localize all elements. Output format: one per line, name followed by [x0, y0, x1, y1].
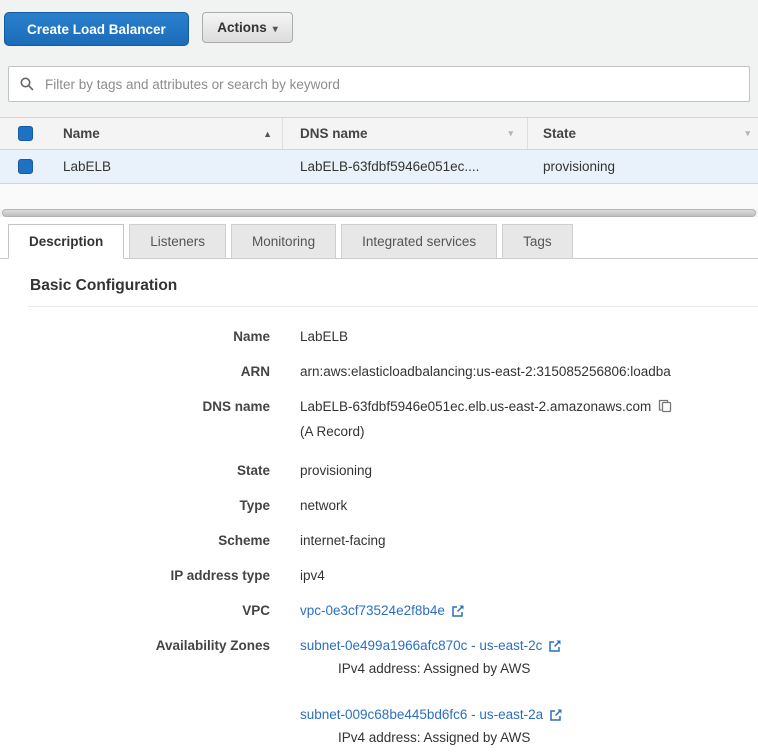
field-label: Availability Zones [0, 636, 270, 747]
detail-tabs: Description Listeners Monitoring Integra… [0, 224, 758, 259]
field-label: State [0, 461, 270, 480]
tab-description[interactable]: Description [8, 224, 124, 259]
vpc-link-text: vpc-0e3cf73524e2f8b4e [300, 601, 445, 620]
sort-icon: ▾ [745, 128, 750, 139]
subnet-link[interactable]: subnet-0e499a1966afc870c - us-east-2c [300, 636, 562, 655]
field-value: provisioning [300, 461, 758, 480]
field-row-state: State provisioning [0, 461, 758, 480]
toolbar: Create Load Balancer Actions ▾ [0, 0, 758, 48]
field-row-name: Name LabELB [0, 327, 758, 346]
vpc-link[interactable]: vpc-0e3cf73524e2f8b4e [300, 601, 465, 620]
tab-tags[interactable]: Tags [502, 224, 573, 259]
field-value: ipv4 [300, 566, 758, 585]
load-balancer-table: Name ▲ DNS name ▾ State ▾ LabELB [0, 117, 758, 184]
field-value: LabELB-63fdbf5946e051ec.elb.us-east-2.am… [300, 397, 758, 441]
search-icon [19, 76, 35, 92]
table-row[interactable]: LabELB LabELB-63fdbf5946e051ec.... provi… [0, 150, 758, 184]
row-name-text: LabELB [63, 159, 111, 174]
chevron-down-icon: ▾ [273, 24, 278, 35]
field-label: Scheme [0, 531, 270, 550]
cell-name: LabELB [50, 159, 283, 174]
field-label: Name [0, 327, 270, 346]
column-header-state[interactable]: State ▾ [528, 126, 758, 141]
column-label: DNS name [300, 126, 368, 141]
zone-ip-detail: IPv4 address: Assigned by AWS [338, 659, 758, 678]
row-checkbox[interactable] [18, 159, 33, 174]
field-value: arn:aws:elasticloadbalancing:us-east-2:3… [300, 362, 758, 381]
field-row-scheme: Scheme internet-facing [0, 531, 758, 550]
dns-record-note: (A Record) [300, 422, 758, 441]
row-state-text: provisioning [543, 159, 615, 174]
field-label: Type [0, 496, 270, 515]
table-header-row: Name ▲ DNS name ▾ State ▾ [0, 117, 758, 150]
field-label: ARN [0, 362, 270, 381]
field-label: VPC [0, 601, 270, 620]
sort-asc-icon: ▲ [263, 129, 272, 139]
sort-icon: ▾ [508, 128, 513, 139]
tab-listeners[interactable]: Listeners [129, 224, 226, 259]
create-load-balancer-button[interactable]: Create Load Balancer [4, 12, 189, 46]
subnet-link[interactable]: subnet-009c68be445bd6fc6 - us-east-2a [300, 705, 563, 724]
ec2-load-balancers-page: Create Load Balancer Actions ▾ Name [0, 0, 758, 755]
zone-ip-detail: IPv4 address: Assigned by AWS [338, 728, 758, 747]
field-row-availability-zones: Availability Zones subnet-0e499a1966afc8… [0, 636, 758, 747]
field-label: IP address type [0, 566, 270, 585]
row-dns-text: LabELB-63fdbf5946e051ec.... [300, 159, 479, 174]
panel-splitter[interactable] [2, 209, 756, 217]
actions-button-label: Actions [217, 20, 267, 35]
subnet-link-text: subnet-0e499a1966afc870c - us-east-2c [300, 636, 542, 655]
external-link-icon [451, 604, 465, 618]
filter-input[interactable] [43, 76, 739, 93]
section-divider [28, 306, 758, 307]
dns-value-text: LabELB-63fdbf5946e051ec.elb.us-east-2.am… [300, 399, 651, 414]
field-row-type: Type network [0, 496, 758, 515]
header-checkbox-cell [0, 126, 50, 141]
column-label: State [543, 126, 576, 141]
cell-state: provisioning [528, 159, 758, 174]
actions-button[interactable]: Actions ▾ [202, 12, 293, 43]
cell-dns-name: LabELB-63fdbf5946e051ec.... [283, 159, 528, 174]
availability-zone-item: subnet-0e499a1966afc870c - us-east-2c IP… [300, 636, 758, 678]
field-value: subnet-0e499a1966afc870c - us-east-2c IP… [300, 636, 758, 747]
tab-integrated-services[interactable]: Integrated services [341, 224, 497, 259]
row-checkbox-cell [0, 159, 50, 174]
external-link-icon [548, 639, 562, 653]
tab-monitoring[interactable]: Monitoring [231, 224, 336, 259]
field-value: vpc-0e3cf73524e2f8b4e [300, 601, 758, 620]
description-panel: Basic Configuration Name LabELB ARN arn:… [0, 259, 758, 747]
top-section: Create Load Balancer Actions ▾ Name [0, 0, 758, 217]
column-label: Name [63, 126, 100, 141]
external-link-icon [549, 708, 563, 722]
column-header-name[interactable]: Name ▲ [50, 118, 283, 149]
select-all-checkbox[interactable] [18, 126, 33, 141]
field-row-vpc: VPC vpc-0e3cf73524e2f8b4e [0, 601, 758, 620]
availability-zone-item: subnet-009c68be445bd6fc6 - us-east-2a IP… [300, 705, 758, 747]
section-heading: Basic Configuration [30, 277, 758, 295]
subnet-link-text: subnet-009c68be445bd6fc6 - us-east-2a [300, 705, 543, 724]
field-label: DNS name [0, 397, 270, 441]
field-value: internet-facing [300, 531, 758, 550]
field-row-arn: ARN arn:aws:elasticloadbalancing:us-east… [0, 362, 758, 381]
field-row-ip-address-type: IP address type ipv4 [0, 566, 758, 585]
field-value: network [300, 496, 758, 515]
field-row-dns-name: DNS name LabELB-63fdbf5946e051ec.elb.us-… [0, 397, 758, 441]
copy-icon[interactable] [658, 399, 672, 418]
dns-value-line: LabELB-63fdbf5946e051ec.elb.us-east-2.am… [300, 397, 758, 418]
filter-box [8, 66, 750, 102]
field-value: LabELB [300, 327, 758, 346]
column-header-dns-name[interactable]: DNS name ▾ [283, 118, 528, 149]
table-bottom-gap [0, 184, 758, 209]
filter-bar [0, 48, 758, 102]
